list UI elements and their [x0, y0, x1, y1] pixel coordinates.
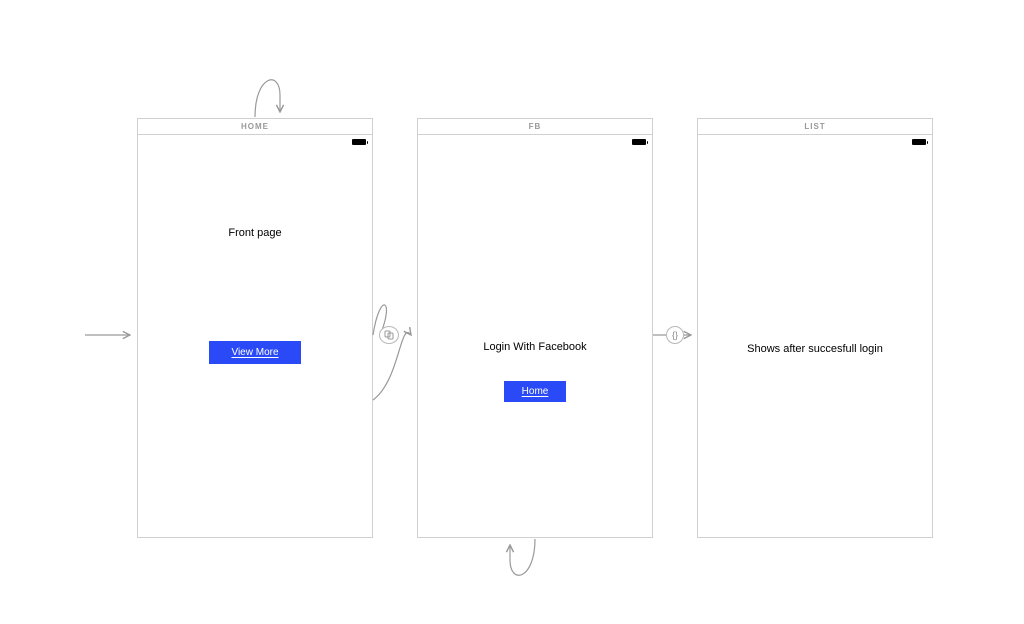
screen-body: Login With Facebook Home: [418, 149, 652, 537]
screen-fb[interactable]: FB Login With Facebook Home: [417, 118, 653, 538]
view-more-button[interactable]: View More: [209, 341, 300, 364]
fb-self-loop-bottom: [510, 539, 535, 575]
home-to-fb-curve-aux: [373, 305, 386, 335]
screen-body: Front page View More: [138, 149, 372, 537]
button-label: View More: [231, 347, 278, 358]
home-button[interactable]: Home: [504, 381, 567, 402]
battery-icon: [632, 139, 646, 145]
screen-title: LIST: [804, 122, 825, 131]
home-to-fb-arrow: [373, 333, 411, 400]
button-label: Home: [522, 386, 549, 397]
screen-title-bar: LIST: [698, 119, 932, 135]
body-text: Shows after succesfull login: [747, 343, 883, 355]
link-badge-copy-icon: [379, 326, 399, 344]
screen-title-bar: FB: [418, 119, 652, 135]
body-text: Login With Facebook: [483, 341, 586, 353]
screen-title: FB: [529, 122, 542, 131]
screen-title: HOME: [241, 122, 269, 131]
status-bar: [418, 135, 652, 149]
screen-home[interactable]: HOME Front page View More: [137, 118, 373, 538]
home-self-loop-top: [255, 80, 280, 117]
screen-list[interactable]: LIST Shows after succesfull login: [697, 118, 933, 538]
battery-icon: [912, 139, 926, 145]
screen-body: Shows after succesfull login: [698, 149, 932, 537]
status-bar: [698, 135, 932, 149]
screen-title-bar: HOME: [138, 119, 372, 135]
status-bar: [138, 135, 372, 149]
link-badge-braces-icon: {}: [666, 326, 684, 344]
body-text: Front page: [228, 227, 281, 239]
battery-icon: [352, 139, 366, 145]
